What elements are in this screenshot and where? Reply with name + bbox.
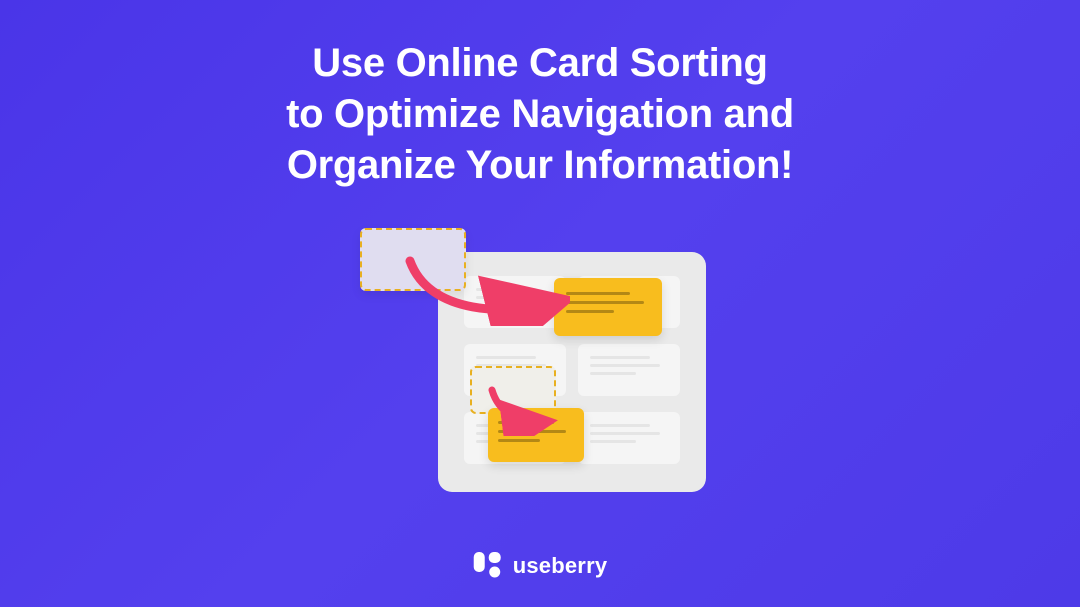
brand-name-text: useberry bbox=[513, 553, 608, 579]
card-slot bbox=[578, 412, 680, 464]
card-slot bbox=[578, 344, 680, 396]
yellow-card-bottom bbox=[488, 408, 584, 462]
useberry-logo-icon bbox=[473, 551, 503, 581]
brand-logo: useberry bbox=[473, 551, 608, 581]
card-slot bbox=[464, 276, 566, 328]
ghost-card-source bbox=[360, 228, 466, 291]
yellow-card-top bbox=[554, 278, 662, 336]
card-sorting-illustration bbox=[360, 228, 720, 518]
ghost-card-intermediate bbox=[470, 366, 556, 414]
headline: Use Online Card Sortingto Optimize Navig… bbox=[286, 38, 794, 192]
